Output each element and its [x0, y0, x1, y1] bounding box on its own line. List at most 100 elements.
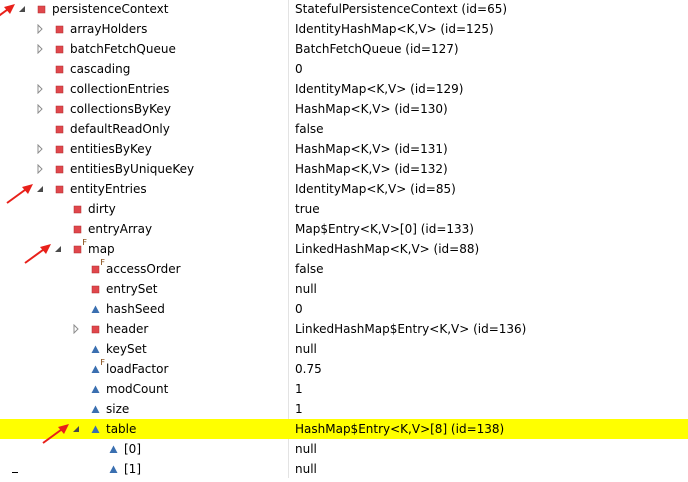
variable-value: 0 — [295, 62, 303, 76]
expand-arrow-icon[interactable] — [71, 324, 81, 334]
package-field-icon — [107, 443, 119, 455]
variable-value: 1 — [295, 382, 303, 396]
variable-value: IdentityMap<K,V> (id=85) — [295, 182, 456, 196]
variable-value: 1 — [295, 402, 303, 416]
variable-value: null — [295, 282, 317, 296]
variable-name: map — [88, 242, 115, 256]
variable-row[interactable]: entityEntries IdentityMap<K,V> (id=85) — [0, 179, 688, 204]
bottom-mark — [12, 472, 18, 473]
variable-row[interactable]: keySet null — [0, 339, 688, 359]
package-field-icon — [89, 403, 101, 415]
variable-value: null — [295, 462, 317, 476]
variable-value: HashMap$Entry<K,V>[8] (id=138) — [295, 422, 505, 436]
collapse-arrow-icon[interactable] — [53, 244, 63, 254]
variable-name: persistenceContext — [52, 2, 169, 16]
final-modifier-icon: F — [100, 258, 105, 267]
variable-row[interactable]: header LinkedHashMap$Entry<K,V> (id=136) — [0, 319, 688, 339]
variable-name: table — [106, 422, 137, 436]
variables-tree: persistenceContext StatefulPersistenceCon… — [0, 0, 688, 478]
expand-arrow-icon[interactable] — [35, 84, 45, 94]
variable-value: HashMap<K,V> (id=130) — [295, 102, 448, 116]
variable-value: LinkedHashMap$Entry<K,V> (id=136) — [295, 322, 527, 336]
variable-name: arrayHolders — [70, 22, 148, 36]
variable-name: cascading — [70, 62, 131, 76]
variable-row[interactable]: arrayHolders IdentityHashMap<K,V> (id=125… — [0, 19, 688, 39]
variable-name: entitiesByUniqueKey — [70, 162, 195, 176]
variable-name: modCount — [106, 382, 169, 396]
variable-value: true — [295, 202, 320, 216]
final-modifier-icon: F — [100, 358, 105, 367]
variable-value: null — [295, 342, 317, 356]
variable-name: entitiesByKey — [70, 142, 152, 156]
variable-name: [1] — [124, 462, 141, 476]
variable-row[interactable]: FloadFactor 0.75 — [0, 359, 688, 379]
variable-row[interactable]: [0] null — [0, 439, 688, 459]
variable-row[interactable]: entrySet null — [0, 279, 688, 299]
variable-value: 0 — [295, 302, 303, 316]
expand-arrow-icon[interactable] — [35, 104, 45, 114]
variable-row[interactable]: hashSeed 0 — [0, 299, 688, 319]
variable-name: accessOrder — [106, 262, 181, 276]
expand-arrow-icon[interactable] — [35, 24, 45, 34]
variable-row[interactable]: modCount 1 — [0, 379, 688, 399]
variable-value: HashMap<K,V> (id=131) — [295, 142, 448, 156]
variable-row[interactable]: table HashMap$Entry<K,V>[8] (id=138) — [0, 419, 688, 444]
variable-name: defaultReadOnly — [70, 122, 170, 136]
package-field-icon — [89, 423, 101, 435]
variable-value: HashMap<K,V> (id=132) — [295, 162, 448, 176]
private-field-icon — [89, 323, 101, 335]
collapse-arrow-icon[interactable] — [35, 184, 45, 194]
expand-arrow-icon[interactable] — [35, 144, 45, 154]
private-field-icon — [71, 223, 83, 235]
variable-row[interactable]: entitiesByKey HashMap<K,V> (id=131) — [0, 139, 688, 159]
variable-name: batchFetchQueue — [70, 42, 176, 56]
variable-value: false — [295, 122, 324, 136]
variable-name: hashSeed — [106, 302, 165, 316]
private-field-icon — [35, 3, 47, 15]
variable-row[interactable]: Fmap LinkedHashMap<K,V> (id=88) — [0, 238, 688, 264]
variable-row[interactable]: size 1 — [0, 399, 688, 419]
variable-value: Map$Entry<K,V>[0] (id=133) — [295, 222, 474, 236]
variable-value: null — [295, 442, 317, 456]
variable-value: StatefulPersistenceContext (id=65) — [295, 2, 508, 16]
private-field-icon — [53, 123, 65, 135]
variable-row[interactable]: entitiesByUniqueKey HashMap<K,V> (id=132) — [0, 159, 688, 179]
variable-row[interactable]: batchFetchQueue BatchFetchQueue (id=127) — [0, 39, 688, 59]
variable-value: IdentityHashMap<K,V> (id=125) — [295, 22, 494, 36]
private-field-icon — [53, 43, 65, 55]
private-field-icon — [53, 143, 65, 155]
variable-value: false — [295, 262, 324, 276]
variable-value: LinkedHashMap<K,V> (id=88) — [295, 242, 480, 256]
variable-row[interactable]: dirty true — [0, 199, 688, 219]
expand-arrow-icon[interactable] — [35, 44, 45, 54]
package-field-icon — [107, 463, 119, 475]
private-field-icon — [53, 103, 65, 115]
package-field-icon — [89, 343, 101, 355]
variable-row[interactable]: defaultReadOnly false — [0, 119, 688, 139]
variable-row[interactable]: FaccessOrder false — [0, 259, 688, 279]
final-modifier-icon: F — [82, 238, 87, 247]
variable-name: loadFactor — [106, 362, 169, 376]
private-field-icon — [53, 163, 65, 175]
variable-row[interactable]: collectionEntries IdentityMap<K,V> (id=12… — [0, 79, 688, 99]
variable-row[interactable]: [1] null — [0, 459, 688, 478]
variable-row[interactable]: persistenceContext StatefulPersistenceCon… — [0, 0, 688, 19]
expand-arrow-icon[interactable] — [35, 164, 45, 174]
variable-name: header — [106, 322, 149, 336]
variable-name: collectionsByKey — [70, 102, 171, 116]
private-field-icon — [89, 283, 101, 295]
variable-name: entityEntries — [70, 182, 147, 196]
private-field-icon — [53, 83, 65, 95]
variable-name: collectionEntries — [70, 82, 170, 96]
variable-row[interactable]: collectionsByKey HashMap<K,V> (id=130) — [0, 99, 688, 119]
variable-name: dirty — [88, 202, 116, 216]
variable-name: entryArray — [88, 222, 153, 236]
variable-name: entrySet — [106, 282, 158, 296]
variable-row[interactable]: entryArray Map$Entry<K,V>[0] (id=133) — [0, 219, 688, 239]
collapse-arrow-icon[interactable] — [17, 4, 27, 14]
variable-value: BatchFetchQueue (id=127) — [295, 42, 459, 56]
collapse-arrow-icon[interactable] — [71, 424, 81, 434]
variable-row[interactable]: cascading 0 — [0, 59, 688, 79]
private-field-icon — [71, 203, 83, 215]
private-field-icon — [53, 183, 65, 195]
